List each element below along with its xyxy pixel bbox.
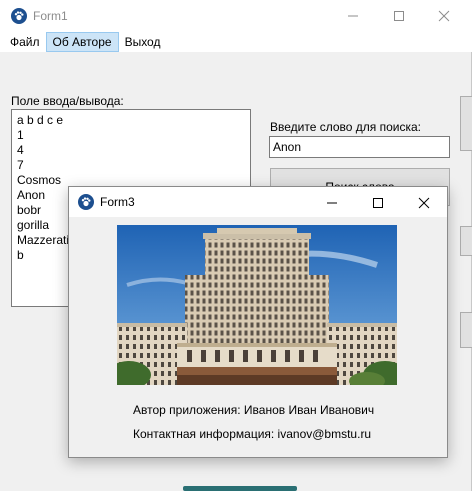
app-icon	[11, 8, 27, 24]
maximize-button[interactable]	[376, 0, 422, 32]
search-label: Введите слово для поиска:	[270, 120, 422, 134]
minimize-icon	[348, 15, 358, 17]
maximize-button[interactable]	[355, 187, 401, 219]
menu-file[interactable]: Файл	[4, 32, 46, 52]
io-line: a b d c e	[17, 113, 64, 127]
menu-bar: Файл Об Авторе Выход	[0, 32, 472, 52]
minimize-button[interactable]	[330, 0, 376, 32]
close-icon	[438, 10, 450, 22]
search-input[interactable]: Anon	[269, 136, 450, 158]
minimize-button[interactable]	[309, 187, 355, 219]
io-label: Поле ввода/вывода:	[11, 94, 124, 108]
io-line: 4	[17, 143, 24, 157]
close-button[interactable]	[401, 187, 447, 219]
hidden-control	[460, 96, 472, 151]
form3-titlebar[interactable]: Form3	[69, 187, 447, 217]
minimize-icon	[327, 202, 337, 204]
taskbar-fragment	[183, 486, 297, 491]
app-icon	[78, 194, 94, 210]
form1-titlebar[interactable]: Form1	[0, 0, 472, 32]
io-line: 7	[17, 158, 24, 172]
hidden-control	[460, 312, 472, 348]
menu-exit[interactable]: Выход	[119, 32, 167, 52]
menu-about-author[interactable]: Об Авторе	[45, 32, 119, 52]
contact-label: Контактная информация: ivanov@bmstu.ru	[133, 427, 372, 441]
io-line: 1	[17, 128, 24, 142]
building-photo	[117, 225, 397, 385]
hidden-control	[460, 226, 472, 256]
close-icon	[418, 197, 430, 209]
form1-title: Form1	[33, 9, 68, 23]
maximize-icon	[373, 198, 383, 208]
author-label: Автор приложения: Иванов Иван Иванович	[133, 403, 375, 417]
close-button[interactable]	[421, 0, 467, 32]
maximize-icon	[394, 11, 404, 21]
form3-window: Form3 Автор приложения: Иванов Иван Иван…	[68, 186, 448, 458]
form3-title: Form3	[100, 195, 135, 209]
